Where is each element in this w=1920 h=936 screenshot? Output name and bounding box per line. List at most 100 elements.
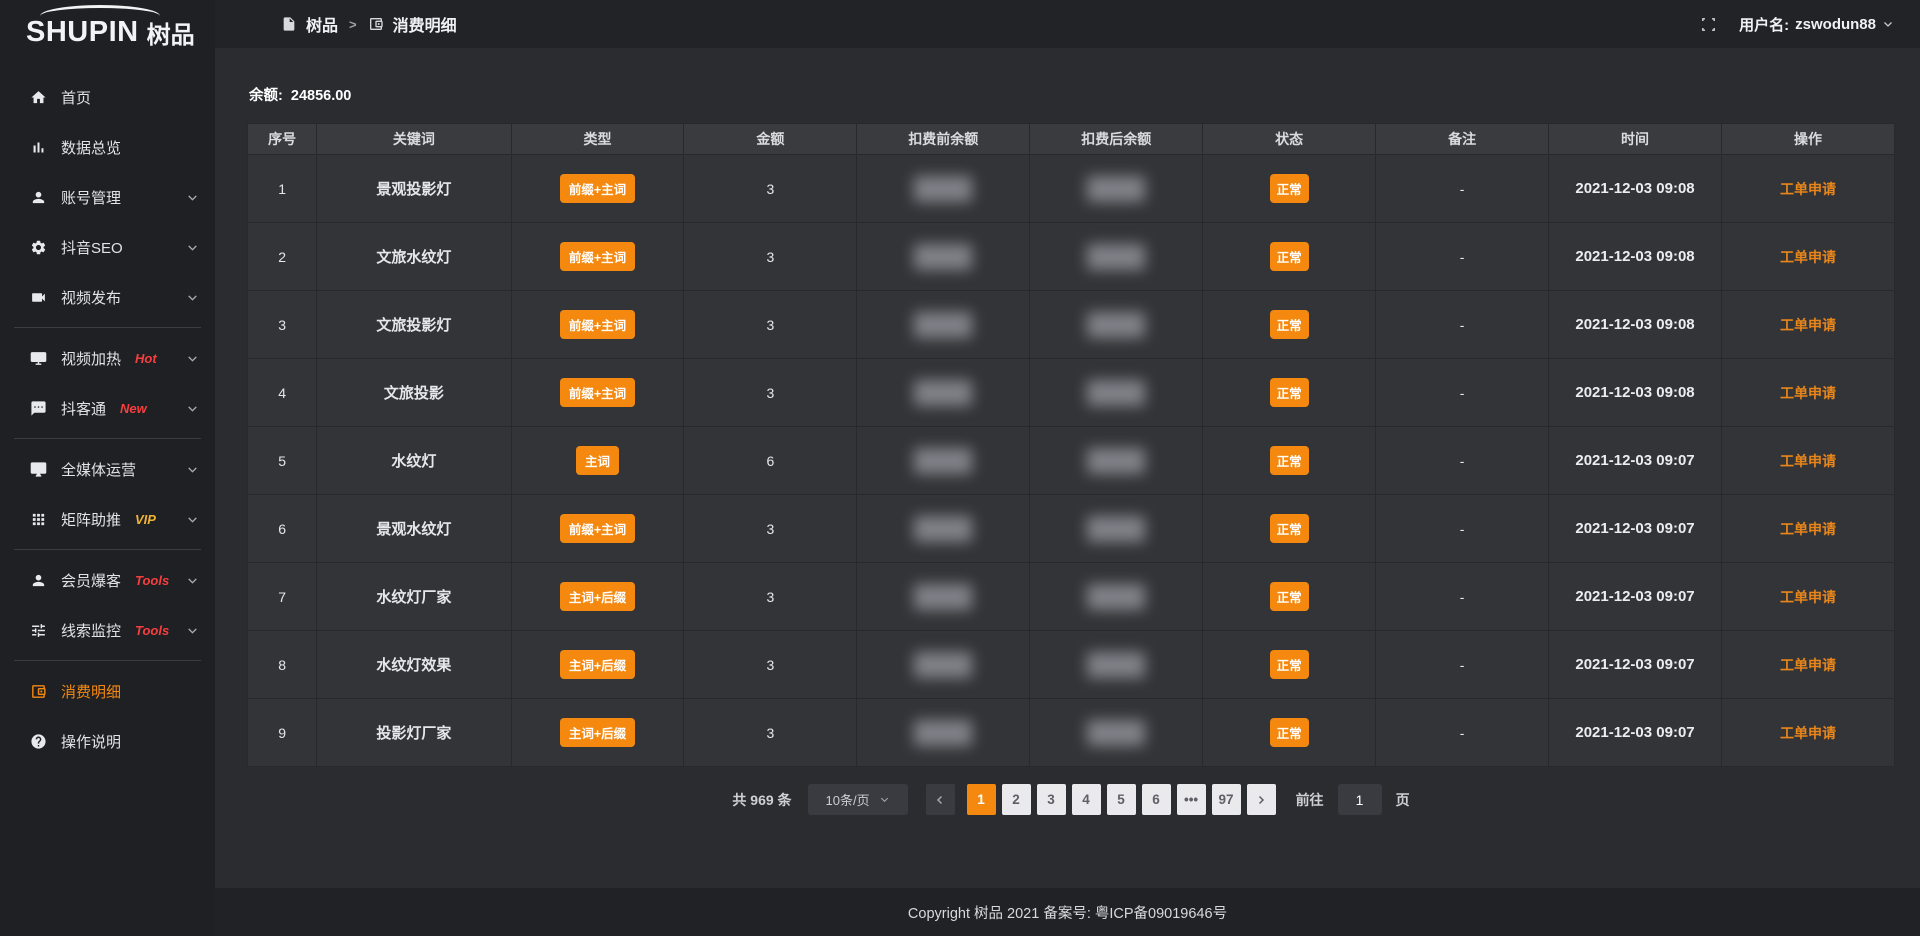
cell-amount: 3 — [684, 155, 857, 223]
more-pages-button[interactable]: ••• — [1177, 784, 1206, 815]
cell-keyword: 文旅投影灯 — [317, 291, 511, 359]
sidebar-item-label: 会员爆客 — [61, 570, 121, 591]
cell-index: 2 — [248, 223, 317, 291]
type-badge: 前缀+主词 — [560, 310, 635, 339]
masked-value — [914, 380, 972, 406]
goto-page-input[interactable] — [1338, 784, 1382, 815]
table-row: 2文旅水纹灯前缀+主词3正常-2021-12-03 09:08工单申请 — [248, 223, 1895, 291]
cell-status: 正常 — [1203, 359, 1376, 427]
page-button-3[interactable]: 3 — [1037, 784, 1066, 815]
ticket-request-link[interactable]: 工单申请 — [1780, 521, 1836, 537]
balance-label: 余额: — [249, 88, 283, 104]
cell-balance-before — [857, 427, 1030, 495]
cell-balance-before — [857, 359, 1030, 427]
sidebar-menu: 首页数据总览账号管理抖音SEO视频发布视频加热Hot抖客通New 全媒体运营矩阵助… — [0, 64, 215, 766]
ticket-request-link[interactable]: 工单申请 — [1780, 725, 1836, 741]
sidebar-item-wallet[interactable]: 消费明细 — [0, 666, 215, 716]
sidebar-item-gear[interactable]: 抖音SEO — [0, 222, 215, 272]
breadcrumb-root[interactable]: 树品 — [306, 12, 338, 36]
content: 余额: 24856.00 序号关键词类型金额扣费前余额扣费后余额状态备注时间操作… — [215, 48, 1920, 888]
page-button-4[interactable]: 4 — [1072, 784, 1101, 815]
sidebar-item-tag: Tools — [135, 573, 169, 588]
next-page-button[interactable] — [1247, 784, 1276, 815]
chevron-down-icon — [879, 794, 890, 805]
cell-type: 主词+后缀 — [511, 563, 684, 631]
user-menu[interactable]: 用户名: zswodun88 — [1739, 14, 1894, 35]
cell-balance-after — [1030, 699, 1203, 767]
status-badge: 正常 — [1270, 446, 1309, 475]
table-row: 3文旅投影灯前缀+主词3正常-2021-12-03 09:08工单申请 — [248, 291, 1895, 359]
cell-keyword: 水纹灯 — [317, 427, 511, 495]
sidebar-item-label: 操作说明 — [61, 731, 121, 752]
page-button-97[interactable]: 97 — [1212, 784, 1241, 815]
page-button-6[interactable]: 6 — [1142, 784, 1171, 815]
type-badge: 前缀+主词 — [560, 242, 635, 271]
page: SHUPIN 树品 首页数据总览账号管理抖音SEO视频发布视频加热Hot抖客通N… — [0, 0, 1920, 936]
total-count: 共 969 条 — [732, 790, 791, 810]
sidebar-item-sliders[interactable]: 线索监控Tools — [0, 605, 215, 655]
masked-value — [1087, 312, 1145, 338]
ticket-request-link[interactable]: 工单申请 — [1780, 317, 1836, 333]
menu-divider — [14, 549, 201, 550]
sidebar-item-question[interactable]: 操作说明 — [0, 716, 215, 766]
fullscreen-icon[interactable] — [1700, 16, 1717, 33]
status-badge: 正常 — [1270, 582, 1309, 611]
cell-action: 工单申请 — [1721, 291, 1894, 359]
chevron-down-icon — [186, 624, 199, 637]
ticket-request-link[interactable]: 工单申请 — [1780, 657, 1836, 673]
sidebar-item-user[interactable]: 账号管理 — [0, 172, 215, 222]
type-badge: 主词 — [576, 446, 619, 475]
ticket-request-link[interactable]: 工单申请 — [1780, 453, 1836, 469]
sidebar-item-video[interactable]: 视频发布 — [0, 272, 215, 322]
sidebar-item-chat[interactable]: 抖客通New — [0, 383, 215, 433]
cell-status: 正常 — [1203, 495, 1376, 563]
username-label: 用户名: — [1739, 14, 1789, 35]
cell-balance-after — [1030, 291, 1203, 359]
sidebar-item-tag: Hot — [135, 351, 157, 366]
sidebar-item-person[interactable]: 会员爆客 Tools — [0, 555, 215, 605]
masked-value — [1087, 448, 1145, 474]
type-badge: 前缀+主词 — [560, 514, 635, 543]
cell-balance-after — [1030, 359, 1203, 427]
masked-value — [914, 720, 972, 746]
balance-value: 24856.00 — [291, 88, 351, 104]
page-button-2[interactable]: 2 — [1002, 784, 1031, 815]
cell-amount: 3 — [684, 359, 857, 427]
masked-value — [914, 448, 972, 474]
sidebar-item-label: 数据总览 — [61, 137, 121, 158]
cell-index: 5 — [248, 427, 317, 495]
sidebar-item-home[interactable]: 首页 — [0, 72, 215, 122]
sidebar-item-grid[interactable]: 矩阵助推VIP — [0, 494, 215, 544]
table-row: 1景观投影灯前缀+主词3正常-2021-12-03 09:08工单申请 — [248, 155, 1895, 223]
cell-status: 正常 — [1203, 631, 1376, 699]
cell-balance-before — [857, 563, 1030, 631]
ticket-request-link[interactable]: 工单申请 — [1780, 589, 1836, 605]
cell-keyword: 水纹灯效果 — [317, 631, 511, 699]
menu-divider — [14, 660, 201, 661]
cell-type: 前缀+主词 — [511, 291, 684, 359]
page-size-select[interactable]: 10条/页 — [808, 784, 908, 815]
type-badge: 主词+后缀 — [560, 718, 635, 747]
cell-keyword: 文旅水纹灯 — [317, 223, 511, 291]
sidebar-item-monitor[interactable]: 全媒体运营 — [0, 444, 215, 494]
sidebar-item-board[interactable]: 视频加热Hot — [0, 333, 215, 383]
prev-page-button[interactable] — [926, 784, 955, 815]
cell-time: 2021-12-03 09:08 — [1549, 155, 1722, 223]
cell-action: 工单申请 — [1721, 223, 1894, 291]
table-header-row: 序号关键词类型金额扣费前余额扣费后余额状态备注时间操作 — [248, 124, 1895, 155]
ticket-request-link[interactable]: 工单申请 — [1780, 181, 1836, 197]
ticket-request-link[interactable]: 工单申请 — [1780, 385, 1836, 401]
status-badge: 正常 — [1270, 310, 1309, 339]
board-icon — [30, 350, 47, 367]
balance: 余额: 24856.00 — [249, 84, 1895, 105]
cell-balance-before — [857, 699, 1030, 767]
cell-balance-after — [1030, 495, 1203, 563]
sidebar-item-chart[interactable]: 数据总览 — [0, 122, 215, 172]
page-button-5[interactable]: 5 — [1107, 784, 1136, 815]
cell-note: - — [1376, 495, 1549, 563]
table-row: 4文旅投影前缀+主词3正常-2021-12-03 09:08工单申请 — [248, 359, 1895, 427]
ticket-request-link[interactable]: 工单申请 — [1780, 249, 1836, 265]
page-button-1[interactable]: 1 — [967, 784, 996, 815]
sidebar-item-label: 账号管理 — [61, 187, 121, 208]
status-badge: 正常 — [1270, 650, 1309, 679]
